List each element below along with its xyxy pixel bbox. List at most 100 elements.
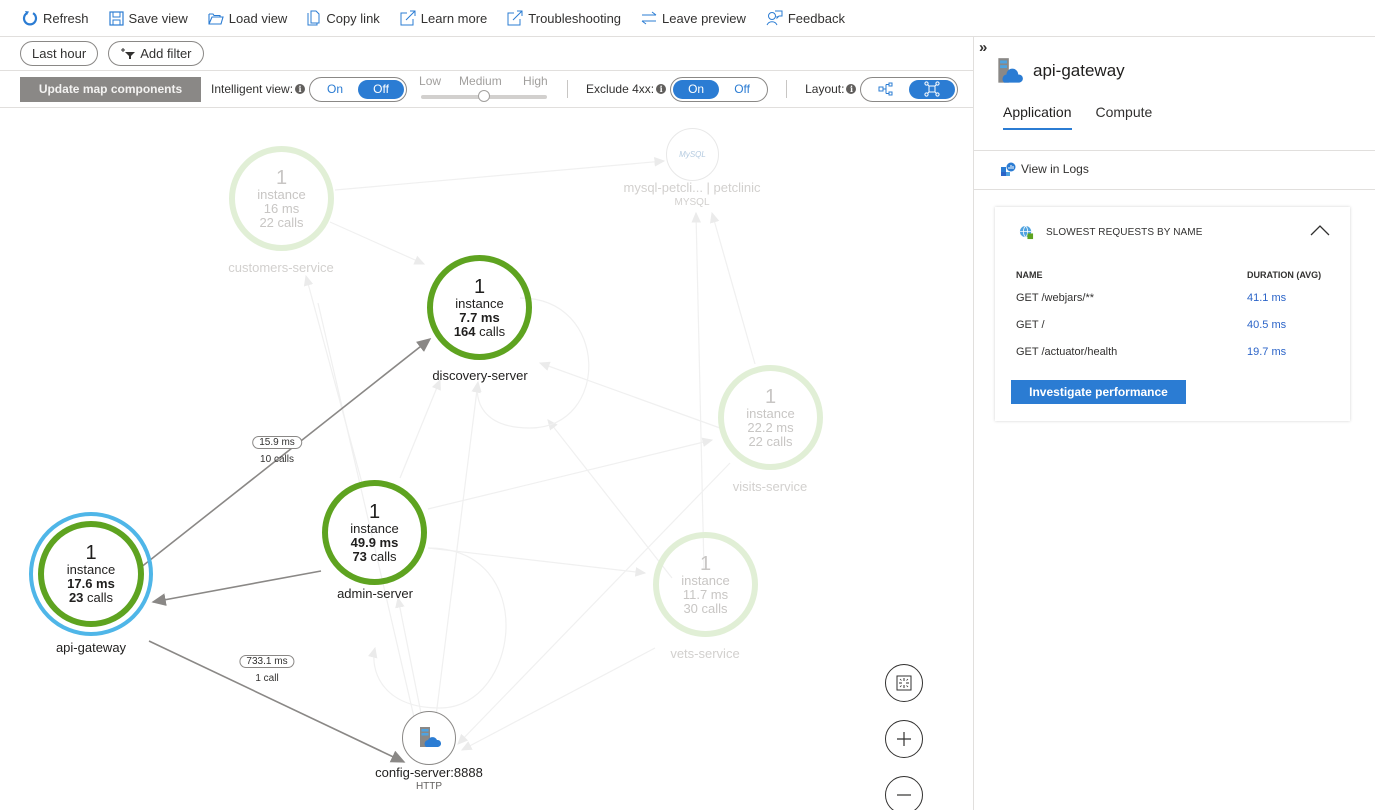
application-map-pane: Last hour Add filter Update map componen…: [0, 37, 973, 810]
node-name: admin-server: [337, 586, 413, 601]
table-row[interactable]: GET /actuator/health 19.7 ms: [1016, 338, 1331, 365]
table-row[interactable]: GET /webjars/** 41.1 ms: [1016, 284, 1331, 311]
divider: [974, 150, 1375, 151]
node-ring[interactable]: MySQL: [666, 128, 719, 181]
layout-toggle[interactable]: [860, 76, 959, 102]
instance-unit: instance: [455, 295, 504, 311]
organic-layout-icon: [924, 81, 941, 97]
load-view-button[interactable]: Load view: [208, 11, 287, 26]
save-view-button[interactable]: Save view: [108, 10, 188, 26]
column-header-duration: DURATION (AVG): [1247, 270, 1322, 280]
exclude-4xx-on[interactable]: On: [673, 79, 720, 99]
fit-to-screen-button[interactable]: [885, 664, 923, 702]
info-icon[interactable]: i: [846, 84, 857, 94]
collapse-card-button[interactable]: [1310, 224, 1330, 239]
add-filter-pill[interactable]: Add filter: [108, 41, 204, 66]
node-type: MYSQL: [674, 197, 710, 208]
edge-visits-to-discovery: [538, 361, 721, 429]
node-ring[interactable]: 1 instance 11.7 ms 30 calls: [653, 532, 758, 637]
save-view-label: Save view: [128, 10, 188, 26]
time-range-pill[interactable]: Last hour: [20, 41, 99, 66]
divider: [786, 80, 788, 98]
external-link-icon: [400, 10, 416, 26]
sensitivity-high-label: High: [523, 74, 548, 88]
node-name: vets-service: [670, 646, 740, 661]
exclude-4xx-off[interactable]: Off: [719, 80, 765, 99]
intelligent-view-on[interactable]: On: [312, 80, 358, 99]
info-icon[interactable]: i: [656, 84, 667, 94]
layout-label: Layout: i: [805, 82, 857, 96]
request-duration-link[interactable]: 41.1 ms: [1247, 292, 1331, 304]
zoom-in-icon: [897, 732, 911, 746]
table-row[interactable]: GET / 40.5 ms: [1016, 311, 1331, 338]
slowest-requests-table: NAME DURATION (AVG) GET /webjars/** 41.1…: [1016, 266, 1331, 365]
node-ring[interactable]: 1 instance 22.2 ms 22 calls: [718, 365, 823, 470]
edge-config-to-discovery: [431, 380, 482, 749]
table-header: NAME DURATION (AVG): [1016, 266, 1331, 284]
web-app-icon: [998, 58, 1023, 83]
request-name: GET /webjars/**: [1016, 291, 1095, 304]
request-duration-link[interactable]: 40.5 ms: [1247, 319, 1331, 331]
investigate-performance-button[interactable]: Investigate performance: [1011, 380, 1186, 404]
feedback-icon: [766, 10, 783, 26]
copy-link-label: Copy link: [326, 10, 380, 26]
node-name: mysql-petcli... | petclinic: [623, 180, 761, 195]
tab-compute[interactable]: Compute: [1096, 104, 1153, 130]
card-title: SLOWEST REQUESTS BY NAME: [1046, 227, 1203, 238]
node-ring[interactable]: 1 instance 17.6 ms 23 calls: [38, 521, 144, 627]
info-icon[interactable]: i: [295, 84, 306, 94]
refresh-button[interactable]: Refresh: [22, 10, 89, 26]
instance-unit: instance: [257, 186, 306, 202]
map-options-bar: Update map components Intelligent view: i…: [0, 71, 973, 108]
collapse-pane-icon[interactable]: »: [979, 39, 987, 56]
slider-thumb[interactable]: [478, 90, 491, 102]
edge-label-gateway-discovery[interactable]: 15.9 ms 10 calls: [252, 436, 302, 465]
mysql-logo-icon: MySQL: [679, 150, 706, 159]
node-type: HTTP: [415, 781, 443, 792]
node-ring[interactable]: 1 instance 7.7 ms 164 calls: [427, 255, 532, 360]
copy-link-button[interactable]: Copy link: [307, 10, 380, 26]
request-name: GET /: [1016, 318, 1045, 331]
zoom-out-button[interactable]: [885, 776, 923, 810]
edge-admin-to-discovery: [399, 378, 441, 479]
add-filter-label: Add filter: [140, 46, 192, 61]
exclude-4xx-label: Exclude 4xx: i: [586, 82, 667, 96]
hierarchical-layout-option[interactable]: [863, 80, 909, 99]
exclude-4xx-toggle[interactable]: On Off: [670, 76, 769, 102]
node-ring[interactable]: 1 instance 49.9 ms 73 calls: [322, 480, 427, 585]
zoom-in-button[interactable]: [885, 720, 923, 758]
node-ring[interactable]: [402, 711, 456, 765]
details-title: api-gateway: [1033, 61, 1125, 80]
request-duration-link[interactable]: 19.7 ms: [1247, 346, 1331, 358]
edge-duration: 733.1 ms: [239, 655, 295, 668]
learn-more-link[interactable]: Learn more: [400, 10, 487, 26]
edge-label-gateway-config[interactable]: 733.1 ms 1 call: [239, 655, 295, 684]
edge-admin-to-customers: [303, 274, 363, 484]
sensitivity-slider[interactable]: Low Medium High: [419, 74, 549, 104]
globe-icon: [1019, 225, 1034, 240]
instance-count: 1: [699, 552, 712, 575]
troubleshooting-link[interactable]: Troubleshooting: [507, 10, 621, 26]
node-ring[interactable]: 1 instance 16 ms 22 calls: [229, 146, 334, 251]
instance-count: 1: [368, 500, 381, 523]
view-in-logs-button[interactable]: View in Logs: [1000, 161, 1089, 177]
leave-preview-button[interactable]: Leave preview: [641, 11, 746, 26]
instance-unit: instance: [681, 572, 730, 588]
slowest-requests-card: SLOWEST REQUESTS BY NAME NAME DURATION (…: [995, 207, 1350, 421]
organic-layout-option[interactable]: [909, 79, 956, 99]
intelligent-view-off[interactable]: Off: [358, 79, 405, 99]
feedback-button[interactable]: Feedback: [766, 10, 845, 26]
fit-to-screen-icon: [896, 675, 912, 691]
details-tabs: Application Compute: [1003, 104, 1176, 130]
application-map-canvas[interactable]: 1 instance 16 ms 22 calls customers-serv…: [0, 108, 973, 810]
tab-application[interactable]: Application: [1003, 104, 1072, 130]
edge-admin-to-gateway[interactable]: [151, 570, 322, 606]
update-map-components-button[interactable]: Update map components: [20, 76, 201, 102]
call-count: 164: [453, 323, 476, 339]
column-header-name: NAME: [1016, 270, 1043, 280]
instance-unit: instance: [350, 520, 399, 536]
hierarchical-layout-icon: [878, 82, 893, 96]
web-app-icon: [420, 727, 441, 747]
intelligent-view-toggle[interactable]: On Off: [309, 76, 408, 102]
edge-vets-to-config: [460, 647, 656, 751]
